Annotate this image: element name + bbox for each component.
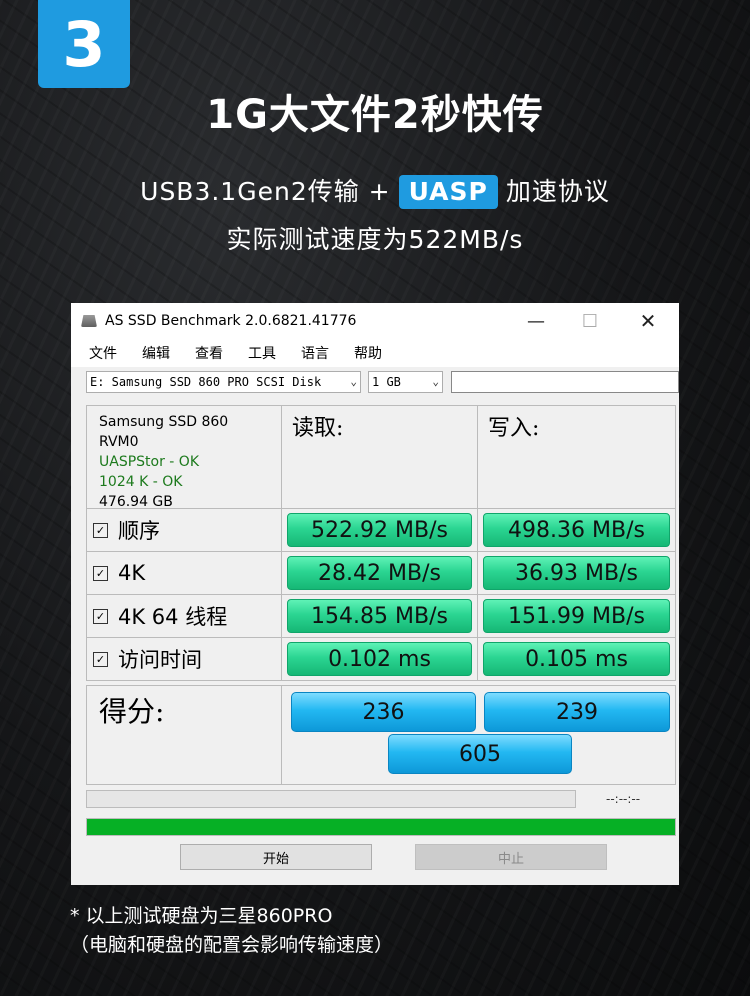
overall-progress-bar bbox=[86, 818, 676, 836]
drive-firmware: RVM0 bbox=[99, 434, 139, 450]
write-result: 0.105 ms bbox=[483, 642, 670, 676]
write-cell: 151.99 MB/s bbox=[478, 595, 676, 638]
checkbox[interactable]: ✓ bbox=[93, 565, 108, 581]
driver-status: UASPStor - OK bbox=[99, 454, 200, 470]
score-label: 得分: bbox=[86, 685, 282, 785]
step-badge: 3 bbox=[38, 0, 130, 88]
write-result: 36.93 MB/s bbox=[483, 556, 670, 590]
row-label: ✓ 顺序 bbox=[86, 509, 282, 552]
row-label: ✓ 4K bbox=[86, 552, 282, 595]
write-cell: 0.105 ms bbox=[478, 638, 676, 681]
overall-progress-fill bbox=[87, 819, 675, 835]
headline: 1G大文件2秒快传 bbox=[206, 92, 544, 138]
read-result: 28.42 MB/s bbox=[287, 556, 472, 590]
stop-button[interactable]: 中止 bbox=[415, 844, 607, 870]
alignment-status: 1024 K - OK bbox=[99, 474, 183, 490]
elapsed-timer: --:--:-- bbox=[606, 792, 641, 806]
row-label-text: 顺序 bbox=[118, 519, 160, 543]
result-row-access: ✓ 访问时间 0.102 ms 0.105 ms bbox=[86, 638, 676, 681]
size-select[interactable]: 1 GB ⌄ bbox=[368, 371, 443, 393]
close-icon[interactable]: ✕ bbox=[625, 303, 671, 339]
disk-select[interactable]: E: Samsung SSD 860 PRO SCSI Disk ⌄ bbox=[86, 371, 361, 393]
menu-help[interactable]: 帮助 bbox=[354, 343, 382, 363]
row-label-text: 4K bbox=[118, 561, 146, 585]
result-row-4k64: ✓ 4K 64 线程 154.85 MB/s 151.99 MB/s bbox=[86, 595, 676, 638]
window-title: AS SSD Benchmark 2.0.6821.41776 bbox=[105, 313, 357, 329]
read-result: 154.85 MB/s bbox=[287, 599, 472, 633]
write-cell: 36.93 MB/s bbox=[478, 552, 676, 595]
app-icon bbox=[81, 315, 97, 327]
result-row-seq: ✓ 顺序 522.92 MB/s 498.36 MB/s bbox=[86, 509, 676, 552]
footnote: * 以上测试硬盘为三星860PRO （电脑和硬盘的配置会影响传输速度） bbox=[70, 902, 393, 960]
drive-model: Samsung SSD 860 bbox=[99, 414, 229, 430]
result-row-4k: ✓ 4K 28.42 MB/s 36.93 MB/s bbox=[86, 552, 676, 595]
minimize-icon[interactable]: — bbox=[513, 303, 559, 339]
score-read: 236 bbox=[291, 692, 476, 732]
uasp-badge: UASP bbox=[398, 175, 498, 209]
task-progress-bar bbox=[86, 790, 576, 808]
start-button[interactable]: 开始 bbox=[180, 844, 372, 870]
read-cell: 522.92 MB/s bbox=[282, 509, 478, 552]
score-area: 得分: 236 239 605 bbox=[86, 685, 676, 785]
score-write: 239 bbox=[484, 692, 670, 732]
read-cell: 154.85 MB/s bbox=[282, 595, 478, 638]
read-result: 0.102 ms bbox=[287, 642, 472, 676]
read-column-header: 读取: bbox=[282, 405, 478, 509]
menu-view[interactable]: 查看 bbox=[195, 343, 223, 363]
write-column-header: 写入: bbox=[478, 405, 676, 509]
subline-suffix: 加速协议 bbox=[505, 177, 610, 206]
footnote-line-2: （电脑和硬盘的配置会影响传输速度） bbox=[70, 934, 394, 956]
checkbox[interactable]: ✓ bbox=[93, 522, 108, 538]
write-cell: 498.36 MB/s bbox=[478, 509, 676, 552]
subline-prefix: USB3.1Gen2传输 + bbox=[140, 177, 391, 206]
menu-bar: 文件 编辑 查看 工具 语言 帮助 bbox=[71, 339, 679, 367]
menu-edit[interactable]: 编辑 bbox=[142, 343, 170, 363]
benchmark-window: AS SSD Benchmark 2.0.6821.41776 — ☐ ✕ 文件… bbox=[71, 303, 679, 885]
row-label-text: 访问时间 bbox=[118, 648, 202, 672]
row-label: ✓ 访问时间 bbox=[86, 638, 282, 681]
speed-subline: 实际测试速度为522MB/s bbox=[226, 225, 524, 254]
subline: USB3.1Gen2传输 + UASP 加速协议 bbox=[0, 172, 750, 209]
disk-select-value: E: Samsung SSD 860 PRO SCSI Disk bbox=[90, 375, 322, 389]
write-result: 498.36 MB/s bbox=[483, 513, 670, 547]
empty-field[interactable] bbox=[451, 371, 679, 393]
menu-language[interactable]: 语言 bbox=[301, 343, 329, 363]
chevron-down-icon: ⌄ bbox=[432, 375, 439, 388]
chevron-down-icon: ⌄ bbox=[350, 375, 357, 388]
checkbox[interactable]: ✓ bbox=[93, 608, 108, 624]
menu-file[interactable]: 文件 bbox=[89, 343, 117, 363]
footnote-line-1: * 以上测试硬盘为三星860PRO bbox=[70, 905, 333, 927]
menu-tools[interactable]: 工具 bbox=[248, 343, 276, 363]
read-cell: 0.102 ms bbox=[282, 638, 478, 681]
title-bar[interactable]: AS SSD Benchmark 2.0.6821.41776 — ☐ ✕ bbox=[71, 303, 679, 339]
row-label: ✓ 4K 64 线程 bbox=[86, 595, 282, 638]
step-number: 3 bbox=[62, 7, 106, 81]
row-label-text: 4K 64 线程 bbox=[118, 605, 228, 629]
toolbar: E: Samsung SSD 860 PRO SCSI Disk ⌄ 1 GB … bbox=[71, 367, 679, 397]
checkbox[interactable]: ✓ bbox=[93, 651, 108, 667]
maximize-icon[interactable]: ☐ bbox=[567, 303, 613, 339]
write-result: 151.99 MB/s bbox=[483, 599, 670, 633]
read-result: 522.92 MB/s bbox=[287, 513, 472, 547]
score-total: 605 bbox=[388, 734, 572, 774]
drive-info: Samsung SSD 860 RVM0 UASPStor - OK 1024 … bbox=[86, 405, 282, 510]
score-box: 236 239 605 bbox=[282, 685, 676, 785]
size-select-value: 1 GB bbox=[372, 375, 401, 389]
read-cell: 28.42 MB/s bbox=[282, 552, 478, 595]
